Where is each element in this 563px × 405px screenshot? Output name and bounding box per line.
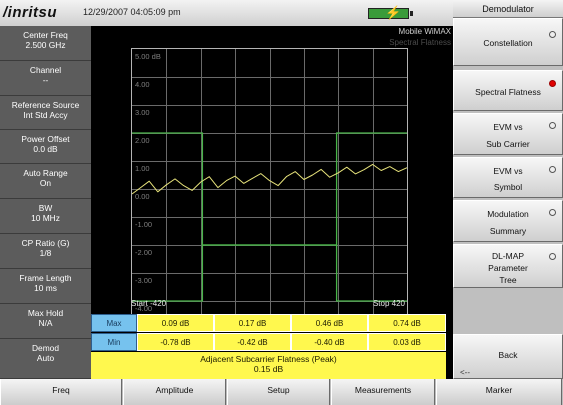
param-value: Int Std Accy: [23, 110, 68, 120]
param-7: Frame Length 10 ms: [0, 269, 91, 304]
param-1: Channel --: [0, 61, 91, 96]
date-time: 12/29/2007 04:05:09 pm: [83, 7, 181, 17]
trace-plot: [132, 132, 407, 302]
param-value: Auto: [36, 353, 55, 363]
min-value: 0.03 dB: [368, 333, 446, 351]
param-value: On: [39, 178, 52, 188]
param-label: CP Ratio (G): [21, 238, 70, 248]
param-label: Reference Source: [11, 100, 80, 110]
param-value: 1/8: [39, 248, 52, 258]
param-value: 2.500 GHz: [25, 40, 66, 50]
limit-line: [132, 132, 407, 246]
param-9: Demod Auto: [0, 339, 91, 379]
param-5: BW 10 MHz: [0, 199, 91, 234]
softkey-label: DL-MAP: [491, 251, 525, 261]
softkey-label: Parameter: [488, 263, 528, 273]
max-value: 0.46 dB: [291, 314, 368, 332]
status-bar: /inritsu 12/29/2007 04:05:09 pm ⚡: [0, 0, 453, 26]
softkey-1[interactable]: Spectral Flatness: [453, 70, 563, 111]
min-label: Min: [91, 333, 137, 351]
parameter-panel: Center Freq 2.500 GHz Channel -- Reference S…: [0, 26, 91, 379]
softkey-5[interactable]: DL-MAP Parameter Tree: [453, 244, 563, 288]
selection-indicator-icon: [549, 253, 556, 260]
param-2: Reference Source Int Std Accy: [0, 96, 91, 130]
param-value: N/A: [38, 318, 53, 328]
param-label: BW: [38, 203, 53, 213]
battery-icon: ⚡: [368, 5, 409, 20]
selection-indicator-icon: [549, 122, 556, 129]
softkey-4[interactable]: Modulation Summary: [453, 200, 563, 242]
min-value: -0.42 dB: [214, 333, 291, 351]
anritsu-logo: /inritsu: [3, 4, 58, 21]
param-label: Frame Length: [19, 273, 72, 283]
param-8: Max Hold N/A: [0, 304, 91, 339]
max-value: 0.09 dB: [137, 314, 214, 332]
flatness-trace: [132, 163, 407, 195]
param-label: Channel: [29, 65, 62, 75]
selection-indicator-icon: [549, 80, 556, 87]
param-3: Power Offset 0.0 dB: [0, 130, 91, 164]
summary-title: Adjacent Subcarrier Flatness (Peak): [200, 354, 337, 364]
menu-title: Demodulator: [453, 0, 563, 18]
charging-bolt-icon: ⚡: [385, 5, 402, 20]
battery-tip: [410, 11, 413, 16]
back-button[interactable]: Back <--: [453, 334, 563, 379]
softkey-label: Modulation: [487, 209, 529, 219]
softkey-label: EVM vs: [493, 166, 523, 176]
limit-line: [132, 244, 407, 302]
min-row: Min -0.78 dB -0.42 dB -0.40 dB 0.03 dB: [91, 333, 446, 351]
menu-freq[interactable]: Freq: [0, 379, 122, 405]
softkey-3[interactable]: EVM vs Symbol: [453, 157, 563, 198]
param-value: --: [42, 75, 49, 85]
selection-indicator-icon: [549, 209, 556, 216]
param-label: Center Freq: [23, 30, 68, 40]
param-label: Auto Range: [23, 168, 68, 178]
selection-indicator-icon: [549, 166, 556, 173]
demodulator-menu: Demodulator Constellation Spectral Flatne…: [453, 0, 563, 379]
menu-amplitude[interactable]: Amplitude: [123, 379, 226, 405]
softkey-0[interactable]: Constellation: [453, 18, 563, 66]
param-value: 0.0 dB: [33, 144, 58, 154]
max-label: Max: [91, 314, 137, 332]
param-6: CP Ratio (G) 1/8: [0, 234, 91, 269]
view-label: Spectral Flatness: [389, 38, 451, 47]
main-menu-bar: Freq Amplitude Setup Measurements Marker: [0, 379, 563, 405]
selection-indicator-icon: [549, 31, 556, 38]
back-arrow-icon: <--: [460, 368, 470, 377]
back-label: Back: [498, 350, 518, 360]
min-value: -0.78 dB: [137, 333, 214, 351]
softkey-label: Constellation: [483, 38, 533, 48]
softkey-label: Tree: [499, 275, 517, 285]
softkey-label: Sub Carrier: [486, 139, 530, 149]
start-label: Start -420: [131, 299, 167, 308]
param-0: Center Freq 2.500 GHz: [0, 26, 91, 61]
softkey-label: Spectral Flatness: [475, 86, 541, 97]
max-value: 0.74 dB: [368, 314, 446, 332]
measurement-screen: Mobile WiMAX Spectral Flatness 5.00 dB 4.…: [91, 26, 453, 379]
param-4: Auto Range On: [0, 164, 91, 199]
stop-label: Stop 420: [372, 299, 405, 308]
param-label: Max Hold: [27, 308, 64, 318]
max-value: 0.17 dB: [214, 314, 291, 332]
summary-value: 0.15 dB: [253, 364, 284, 374]
param-label: Demod: [32, 343, 59, 353]
menu-measurements[interactable]: Measurements: [331, 379, 435, 405]
softkey-2[interactable]: EVM vs Sub Carrier: [453, 113, 563, 155]
softkey-label: EVM vs: [493, 122, 523, 132]
param-value: 10 MHz: [31, 213, 60, 223]
flatness-summary: Adjacent Subcarrier Flatness (Peak) 0.15…: [91, 352, 446, 379]
menu-marker[interactable]: Marker: [436, 379, 562, 405]
softkey-label: Symbol: [493, 182, 523, 192]
min-value: -0.40 dB: [291, 333, 368, 351]
spectral-flatness-graph: 5.00 dB 4.00 3.00 2.00 1.00 0.00 -1.00 -2.00 -3.…: [131, 48, 408, 316]
param-label: Power Offset: [21, 134, 70, 144]
max-row: Max 0.09 dB 0.17 dB 0.46 dB 0.74 dB: [91, 314, 446, 332]
softkey-label: Summary: [489, 226, 527, 236]
menu-setup[interactable]: Setup: [227, 379, 330, 405]
param-value: 10 ms: [34, 283, 57, 293]
mode-label: Mobile WiMAX: [398, 27, 451, 36]
